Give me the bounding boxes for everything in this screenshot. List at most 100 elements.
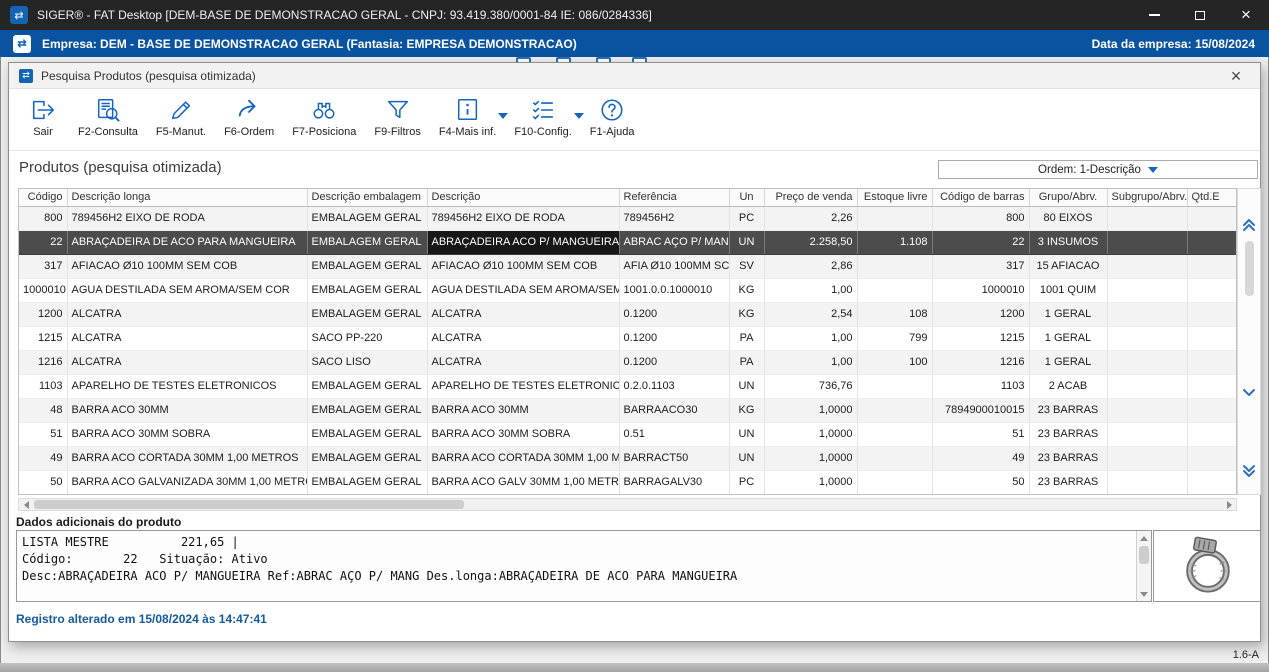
column-header-1[interactable]: Descrição longa	[67, 189, 307, 206]
table-cell: ALCATRA	[427, 326, 619, 350]
table-cell: 0.1200	[619, 302, 729, 326]
column-header-11[interactable]: Qtd.E	[1187, 189, 1236, 206]
table-cell: 80 EIXOS	[1029, 206, 1107, 230]
details-scroll-thumb[interactable]	[1139, 546, 1149, 564]
dialog-titlebar: Pesquisa Produtos (pesquisa otimizada)	[9, 63, 1260, 89]
details-scrollbar[interactable]	[1136, 531, 1151, 601]
order-dropdown[interactable]: Ordem: 1-Descrição	[938, 160, 1258, 179]
toolbar-button-f5-manut[interactable]: F5-Manut.	[147, 89, 215, 138]
chevron-double-up-icon	[1241, 217, 1257, 233]
toolbar-button-f6-ordem[interactable]: F6-Ordem	[215, 89, 283, 138]
dialog-toolbar: Sair F2-ConsultaF5-Manut.F6-OrdemF7-Posic…	[9, 89, 1260, 151]
table-cell: EMBALAGEM GERAL	[307, 446, 427, 470]
table-cell: EMBALAGEM GERAL	[307, 374, 427, 398]
table-row-1[interactable]: 22ABRAÇADEIRA DE ACO PARA MANGUEIRAEMBAL…	[19, 230, 1236, 254]
table-row-7[interactable]: 1103APARELHO DE TESTES ELETRONICOSEMBALA…	[19, 374, 1236, 398]
table-cell	[1107, 470, 1187, 494]
last-record-button[interactable]	[1241, 463, 1257, 479]
toolbar-button-f10-config[interactable]: F10-Config.	[505, 89, 580, 138]
table-row-10[interactable]: 49BARRA ACO CORTADA 30MM 1,00 METROSEMBA…	[19, 446, 1236, 470]
first-record-button[interactable]	[1241, 217, 1257, 233]
table-row-0[interactable]: 800789456H2 EIXO DE RODAEMBALAGEM GERAL7…	[19, 206, 1236, 230]
toolbar-button-label: F4-Mais inf.	[439, 126, 496, 138]
toolbar-button-f9-filtros[interactable]: F9-Filtros	[365, 89, 429, 138]
close-button[interactable]	[1223, 0, 1269, 30]
table-cell: EMBALAGEM GERAL	[307, 470, 427, 494]
vertical-scroll-thumb[interactable]	[1245, 241, 1254, 296]
table-cell: AFIACAO Ø10 100MM SEM COB	[67, 254, 307, 278]
table-cell	[1187, 374, 1236, 398]
toolbar-button-label: F9-Filtros	[374, 126, 420, 138]
next-record-button[interactable]	[1241, 385, 1257, 401]
table-row-5[interactable]: 1215ALCATRASACO PP-220ALCATRA0.1200PA1,0…	[19, 326, 1236, 350]
table-cell: 799	[857, 326, 932, 350]
column-header-4[interactable]: Referência	[619, 189, 729, 206]
horizontal-scroll-thumb[interactable]	[34, 500, 464, 509]
horizontal-scrollbar[interactable]	[18, 498, 1237, 511]
dialog-logo-icon	[19, 69, 33, 83]
table-row-6[interactable]: 1216ALCATRASACO LISOALCATRA0.1200PA1,001…	[19, 350, 1236, 374]
column-header-0[interactable]: Código	[19, 189, 67, 206]
toolbar-button-label: Sair	[33, 126, 53, 138]
toolbar-button-sair[interactable]: Sair	[17, 89, 69, 138]
table-cell: EMBALAGEM GERAL	[307, 278, 427, 302]
table-cell: PA	[729, 326, 764, 350]
toolbar-button-f1-ajuda[interactable]: F1-Ajuda	[581, 89, 644, 138]
table-cell: 317	[932, 254, 1029, 278]
table-cell: 1,0000	[764, 446, 857, 470]
table-cell: 1,0000	[764, 398, 857, 422]
dialog-close-button[interactable]	[1222, 63, 1250, 89]
column-header-2[interactable]: Descrição embalagem	[307, 189, 427, 206]
minimize-button[interactable]	[1131, 0, 1177, 30]
table-cell: 0.2.0.1103	[619, 374, 729, 398]
table-cell: 100	[857, 350, 932, 374]
column-header-7[interactable]: Estoque livre	[857, 189, 932, 206]
table-cell	[1187, 422, 1236, 446]
table-cell: 1,00	[764, 350, 857, 374]
table-cell	[857, 470, 932, 494]
company-date: Data da empresa: 15/08/2024	[1092, 37, 1255, 51]
table-cell	[1107, 254, 1187, 278]
table-row-11[interactable]: 50BARRA ACO GALVANIZADA 30MM 1,00 METROE…	[19, 470, 1236, 494]
table-cell: BARRAACO30	[619, 398, 729, 422]
scroll-left-button[interactable]	[19, 499, 33, 510]
table-cell: EMBALAGEM GERAL	[307, 206, 427, 230]
column-header-5[interactable]: Un	[729, 189, 764, 206]
toolbar-button-label: F1-Ajuda	[590, 126, 635, 138]
product-image-box	[1153, 530, 1261, 602]
column-header-9[interactable]: Grupo/Abrv.	[1029, 189, 1107, 206]
scroll-right-button[interactable]	[1222, 499, 1236, 510]
table-cell: PC	[729, 206, 764, 230]
table-row-2[interactable]: 317AFIACAO Ø10 100MM SEM COBEMBALAGEM GE…	[19, 254, 1236, 278]
table-cell: 1000010	[932, 278, 1029, 302]
column-header-8[interactable]: Código de barras	[932, 189, 1029, 206]
table-row-3[interactable]: 1000010AGUA DESTILADA SEM AROMA/SEM CORE…	[19, 278, 1236, 302]
table-cell: BARRA ACO GALVANIZADA 30MM 1,00 METRO	[67, 470, 307, 494]
table-cell	[1107, 446, 1187, 470]
maximize-button[interactable]	[1177, 0, 1223, 30]
toolbar-button-f4-mais-inf[interactable]: F4-Mais inf.	[430, 89, 505, 138]
details-scroll-down-button[interactable]	[1137, 587, 1151, 601]
table-cell: 736,76	[764, 374, 857, 398]
table-cell: 23 BARRAS	[1029, 398, 1107, 422]
table-cell: 51	[19, 422, 67, 446]
table-cell: 48	[19, 398, 67, 422]
column-header-6[interactable]: Preço de venda	[764, 189, 857, 206]
window-title: SIGER® - FAT Desktop [DEM-BASE DE DEMONS…	[37, 8, 652, 22]
table-cell: KG	[729, 278, 764, 302]
column-header-3[interactable]: Descrição	[427, 189, 619, 206]
column-header-10[interactable]: Subgrupo/Abrv.	[1107, 189, 1187, 206]
window-titlebar: SIGER® - FAT Desktop [DEM-BASE DE DEMONS…	[0, 0, 1269, 30]
checklist-icon	[530, 97, 556, 123]
table-row-9[interactable]: 51BARRA ACO 30MM SOBRAEMBALAGEM GERALBAR…	[19, 422, 1236, 446]
table-row-4[interactable]: 1200ALCATRAEMBALAGEM GERALALCATRA0.1200K…	[19, 302, 1236, 326]
toolbar-button-f7-posiciona[interactable]: F7-Posiciona	[283, 89, 365, 138]
table-cell	[857, 254, 932, 278]
table-cell: EMBALAGEM GERAL	[307, 230, 427, 254]
table-cell: 317	[19, 254, 67, 278]
table-row-8[interactable]: 48BARRA ACO 30MMEMBALAGEM GERALBARRA ACO…	[19, 398, 1236, 422]
curved-arrow-icon	[236, 97, 262, 123]
toolbar-button-f2-consulta[interactable]: F2-Consulta	[69, 89, 147, 138]
table-cell: ALCATRA	[67, 302, 307, 326]
details-scroll-up-button[interactable]	[1137, 531, 1151, 545]
